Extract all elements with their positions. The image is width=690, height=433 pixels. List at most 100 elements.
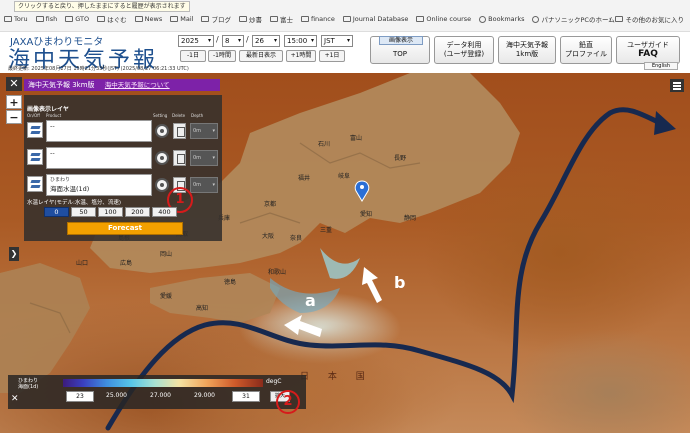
land-kyushu [0,263,90,393]
layers-icon[interactable] [27,122,43,138]
day-select[interactable]: 26 ▾ [252,35,280,47]
latest-button[interactable]: 最新日表示 [239,50,283,62]
layers-icon[interactable] [27,149,43,165]
layer-product-field[interactable]: -- [46,147,152,169]
gear-icon[interactable] [155,124,169,138]
time-select[interactable]: 15:00 ▾ [284,35,317,47]
bookmark-item[interactable]: はぐむ [97,14,127,24]
month-select[interactable]: 8 ▾ [222,35,244,47]
depth-button-50[interactable]: 50 [71,207,96,217]
depth-select[interactable]: 0m ▾ [190,123,218,139]
bookmark-item[interactable]: GTO [65,14,89,24]
chevron-down-icon: ▾ [237,37,241,44]
trash-icon[interactable] [173,150,186,166]
sea-temperature-map[interactable]: 海中天気予報 3km版 海中天気予報について ✕ + − ❯ 石川 富山 福井 … [0,73,690,433]
minus-hour-button[interactable]: -1時間 [208,50,236,62]
depth-button-0[interactable]: 0 [44,207,69,217]
nav-profile-button[interactable]: 鉛直 プロファイル [560,36,612,64]
pref-label: 奈良 [290,235,303,242]
trash-icon[interactable] [173,123,186,139]
close-panel-icon[interactable]: ✕ [6,77,22,91]
pref-label: 山口 [76,260,89,267]
pref-label: 静岡 [404,215,417,222]
image-display-tag: 画像表示 [379,36,423,45]
folder-icon [342,16,351,22]
legend-max-input[interactable]: 31 [232,391,260,402]
nav-guide-button[interactable]: ユーザガイド FAQ [616,36,680,64]
nav-top-button[interactable]: 画像表示 TOP [370,36,430,64]
forecast-button[interactable]: Forecast [67,222,183,235]
back-tooltip: クリックすると戻り、押したままにすると履歴が表示されます [14,1,190,12]
last-update-text: 最終更新: 2025年08月27日 15時21分33秒(JST) (2025/0… [8,66,189,72]
folder-icon [201,16,210,22]
folder-icon [300,16,309,22]
bookmark-item[interactable]: Bookmarks [479,14,524,24]
layers-icon[interactable] [27,176,43,192]
depth-button-400[interactable]: 400 [152,207,177,217]
globe-icon [532,15,540,23]
folder-icon [238,16,247,22]
layer-product-field[interactable]: ひまわり 海面水温(1d) [46,174,152,196]
bookmark-item[interactable]: finance [300,14,335,24]
minus-day-button[interactable]: -1日 [180,50,206,62]
bookmark-item[interactable]: 富士 [269,14,293,24]
chevron-down-icon: ▾ [346,37,350,44]
gear-icon[interactable] [155,178,169,192]
folder-icon [134,16,143,22]
folder-icon [614,16,623,22]
pref-label: 石川 [318,141,331,148]
legend-tick: 29.000 [194,392,215,399]
pref-label: 三重 [320,227,333,234]
nav-data-button[interactable]: データ利用 (ユーザ登録) [434,36,494,64]
plus-hour-button[interactable]: +1時間 [286,50,316,62]
legend-min-input[interactable]: 23 [66,391,94,402]
depth-button-100[interactable]: 100 [98,207,123,217]
bookmark-item[interactable]: パナソニックPCのホーム... [532,14,621,24]
folder-icon [4,16,12,22]
chevron-down-icon: ▾ [212,155,215,161]
pref-label: 高知 [196,305,209,312]
annotation-a: a [305,291,316,310]
bookmark-item[interactable]: ブログ [201,14,231,24]
close-legend-icon[interactable]: ✕ [11,394,19,404]
pref-label: 長野 [394,155,407,162]
bookmarks-bar: クリックすると戻り、押したままにすると履歴が表示されます Toru fish G… [0,0,690,32]
bookmark-item[interactable]: News [134,14,162,24]
nav-forecast-1km-button[interactable]: 海中天気予報 1km版 [498,36,556,64]
pref-label: 富山 [350,135,363,142]
folder-icon [97,16,106,22]
zoom-in-button[interactable]: + [6,95,22,109]
legend-unit: degC [266,378,282,385]
zoom-out-button[interactable]: − [6,110,22,124]
layer-panel: 画像表示レイヤ On/Off Product Setting Delete De… [24,95,222,241]
bookmark-item[interactable]: 炒書 [238,14,262,24]
year-select[interactable]: 2025 ▾ [178,35,214,47]
bookmark-item[interactable]: Online course [416,14,471,24]
depth-select[interactable]: 0m ▾ [190,150,218,166]
gear-icon[interactable] [155,151,169,165]
depth-buttons: 0 50 100 200 400 [44,207,177,217]
site-header: JAXAひまわりモニタ 海中天気予報 最終更新: 2025年08月27日 15時… [0,32,690,73]
arrow-a-icon [284,315,322,337]
plus-day-button[interactable]: +1日 [319,50,345,62]
about-forecast-link[interactable]: 海中天気予報について [105,81,170,89]
hamburger-menu-icon[interactable] [670,79,684,92]
globe-icon [479,15,487,23]
english-button[interactable]: English [644,62,678,70]
color-legend: ひまわり 海面(1d) ✕ degC 23 25.000 27.000 29.00… [8,375,306,414]
expand-sidebar-icon[interactable]: ❯ [9,247,19,261]
bookmark-item[interactable]: fish [35,14,57,24]
bookmark-item[interactable]: Journal Database [342,14,408,24]
pref-label: 和歌山 [268,269,287,276]
folder-icon [269,16,278,22]
bookmark-item[interactable]: Toru [4,14,28,24]
depth-select[interactable]: 0m ▾ [190,177,218,193]
timezone-select[interactable]: JST ▾ [321,35,353,47]
arrow-b-icon [362,267,382,303]
layer-product-field[interactable]: -- [46,120,152,142]
bookmark-item[interactable]: Mail [170,14,193,24]
legend-tick: 25.000 [106,392,127,399]
depth-button-200[interactable]: 200 [125,207,150,217]
other-bookmarks[interactable]: › その他のお気に入り [609,14,684,24]
sea-area-label: 日 本 国 [300,372,373,382]
